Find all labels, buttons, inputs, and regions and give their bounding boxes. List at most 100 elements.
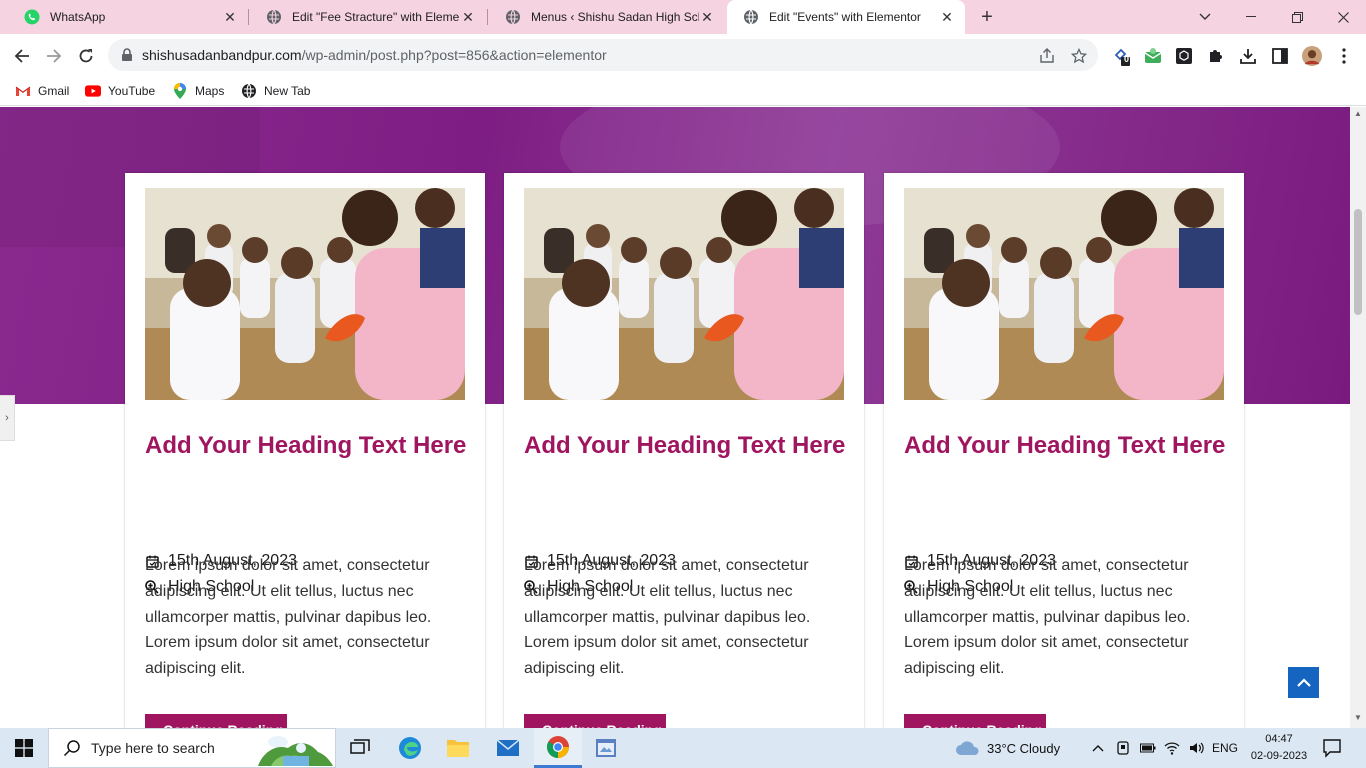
battery-icon[interactable]	[1140, 728, 1156, 768]
profile-avatar[interactable]	[1302, 46, 1322, 66]
editor-panel-toggle[interactable]: ›	[0, 395, 15, 441]
tab-divider	[248, 9, 249, 25]
tab-menus[interactable]: Menus ‹ Shishu Sadan High School ✕	[489, 0, 725, 34]
weather-text: 33°C Cloudy	[987, 740, 1061, 756]
bookmark-label: YouTube	[108, 84, 156, 98]
taskbar: Type here to search 33°C Cloudy ENG 04:4…	[0, 728, 1366, 768]
tab-strip: WhatsApp ✕ Edit "Fee Stracture" with Ele…	[0, 0, 1366, 34]
scrollbar-thumb[interactable]	[1354, 209, 1362, 315]
chevron-up-icon	[1296, 678, 1311, 687]
arrow-left-icon	[14, 49, 29, 63]
cloud-icon	[956, 741, 979, 755]
close-icon	[1337, 11, 1349, 23]
continue-reading-button[interactable]: Continue Reading	[145, 714, 287, 728]
taskbar-search[interactable]: Type here to search	[48, 728, 336, 768]
event-card: Add Your Heading Text Here 15th August, …	[125, 173, 485, 728]
lock-icon[interactable]	[120, 48, 134, 62]
url-path: /wp-admin/post.php?post=856&action=eleme…	[301, 47, 607, 63]
task-view-icon	[350, 739, 370, 754]
tab-title: WhatsApp	[50, 10, 106, 24]
tab-title: Edit "Events" with Elementor	[769, 10, 921, 24]
bookmark-gmail[interactable]: Gmail	[15, 82, 69, 100]
puzzle-icon[interactable]	[1206, 46, 1226, 66]
scroll-to-top-button[interactable]	[1288, 667, 1319, 698]
edge-icon	[399, 737, 421, 759]
bookmarks-bar: Gmail YouTube Maps New Tab	[0, 76, 1366, 106]
close-icon[interactable]: ✕	[222, 9, 238, 26]
show-hidden-icons[interactable]	[1092, 728, 1104, 768]
restore-icon	[1291, 11, 1303, 23]
scroll-down-arrow-icon[interactable]: ▼	[1350, 711, 1366, 725]
taskbar-edge[interactable]	[386, 728, 434, 768]
close-window-button[interactable]	[1320, 0, 1366, 34]
globe-icon	[743, 9, 759, 25]
page-viewport: Add Your Heading Text Here 15th August, …	[0, 107, 1350, 728]
side-panel-icon[interactable]	[1270, 46, 1290, 66]
clock-date: 02-09-2023	[1250, 750, 1308, 762]
mail-icon	[496, 739, 520, 756]
event-description: Lorem ipsum dolor sit amet, consectetur …	[904, 557, 1191, 678]
event-card: Add Your Heading Text Here 15th August, …	[504, 173, 864, 728]
close-icon[interactable]: ✕	[699, 9, 715, 26]
extension-link-icon[interactable]: 0	[1112, 46, 1132, 66]
event-photo	[145, 188, 465, 400]
taskbar-mail[interactable]	[484, 728, 532, 768]
tray-device-icon[interactable]	[1117, 728, 1129, 768]
tab-fee-structure[interactable]: Edit "Fee Stracture" with Elementor ✕	[250, 0, 486, 34]
volume-icon[interactable]	[1189, 728, 1205, 768]
url-text: shishusadanbandpur.com/wp-admin/post.php…	[142, 47, 607, 63]
language-indicator[interactable]: ENG	[1212, 728, 1238, 768]
bookmark-label: New Tab	[264, 84, 311, 98]
new-tab-button[interactable]: +	[976, 6, 998, 28]
start-button[interactable]	[0, 728, 48, 768]
continue-reading-button[interactable]: Continue Reading	[904, 714, 1046, 728]
bookmark-maps[interactable]: Maps	[172, 82, 224, 100]
tab-whatsapp[interactable]: WhatsApp ✕	[8, 0, 248, 34]
notification-button[interactable]	[1322, 738, 1342, 758]
taskbar-file-explorer[interactable]	[434, 728, 482, 768]
tab-search-button[interactable]	[1182, 0, 1228, 34]
star-icon[interactable]	[1070, 47, 1088, 65]
event-photo	[524, 188, 844, 400]
back-button[interactable]	[8, 42, 36, 70]
tab-title: Menus ‹ Shishu Sadan High School	[531, 10, 699, 24]
page-scrollbar[interactable]: ▲ ▼	[1350, 107, 1366, 728]
task-view-button[interactable]	[336, 728, 384, 768]
chevron-up-icon	[1092, 745, 1104, 752]
continue-reading-button[interactable]: Continue Reading	[524, 714, 666, 728]
tab-divider	[487, 9, 488, 25]
weather-widget[interactable]: 33°C Cloudy	[955, 728, 1060, 768]
scroll-up-arrow-icon[interactable]: ▲	[1350, 107, 1366, 121]
reload-button[interactable]	[72, 42, 100, 70]
taskbar-chrome[interactable]	[534, 728, 582, 768]
download-icon[interactable]	[1238, 46, 1258, 66]
search-icon	[63, 740, 80, 757]
bookmark-youtube[interactable]: YouTube	[85, 82, 155, 100]
share-icon[interactable]	[1038, 47, 1056, 65]
extension-mail-icon[interactable]	[1143, 46, 1163, 66]
address-bar[interactable]: shishusadanbandpur.com/wp-admin/post.php…	[108, 39, 1098, 71]
tab-events[interactable]: Edit "Events" with Elementor ✕	[727, 0, 965, 34]
extension-cube-icon[interactable]	[1174, 46, 1194, 66]
tab-title: Edit "Fee Stracture" with Elementor	[292, 10, 460, 24]
close-icon[interactable]: ✕	[460, 9, 476, 26]
close-icon[interactable]: ✕	[939, 9, 955, 26]
maps-icon	[172, 83, 188, 99]
folder-icon	[447, 740, 469, 757]
wifi-icon[interactable]	[1164, 728, 1180, 768]
bookmark-new-tab[interactable]: New Tab	[241, 82, 310, 100]
event-heading: Add Your Heading Text Here	[145, 432, 467, 459]
menu-icon[interactable]	[1334, 46, 1354, 66]
globe-icon	[505, 9, 521, 25]
forward-button[interactable]	[40, 42, 68, 70]
taskbar-app[interactable]	[582, 728, 630, 768]
search-highlight-image	[258, 736, 333, 766]
globe-icon	[266, 9, 282, 25]
clock[interactable]: 04:47 02-09-2023	[1250, 731, 1308, 765]
restore-button[interactable]	[1274, 0, 1320, 34]
event-card: Add Your Heading Text Here 15th August, …	[884, 173, 1244, 728]
window-app-icon	[596, 739, 616, 757]
arrow-right-icon	[47, 49, 62, 63]
gmail-icon	[15, 83, 31, 99]
minimize-button[interactable]	[1228, 0, 1274, 34]
